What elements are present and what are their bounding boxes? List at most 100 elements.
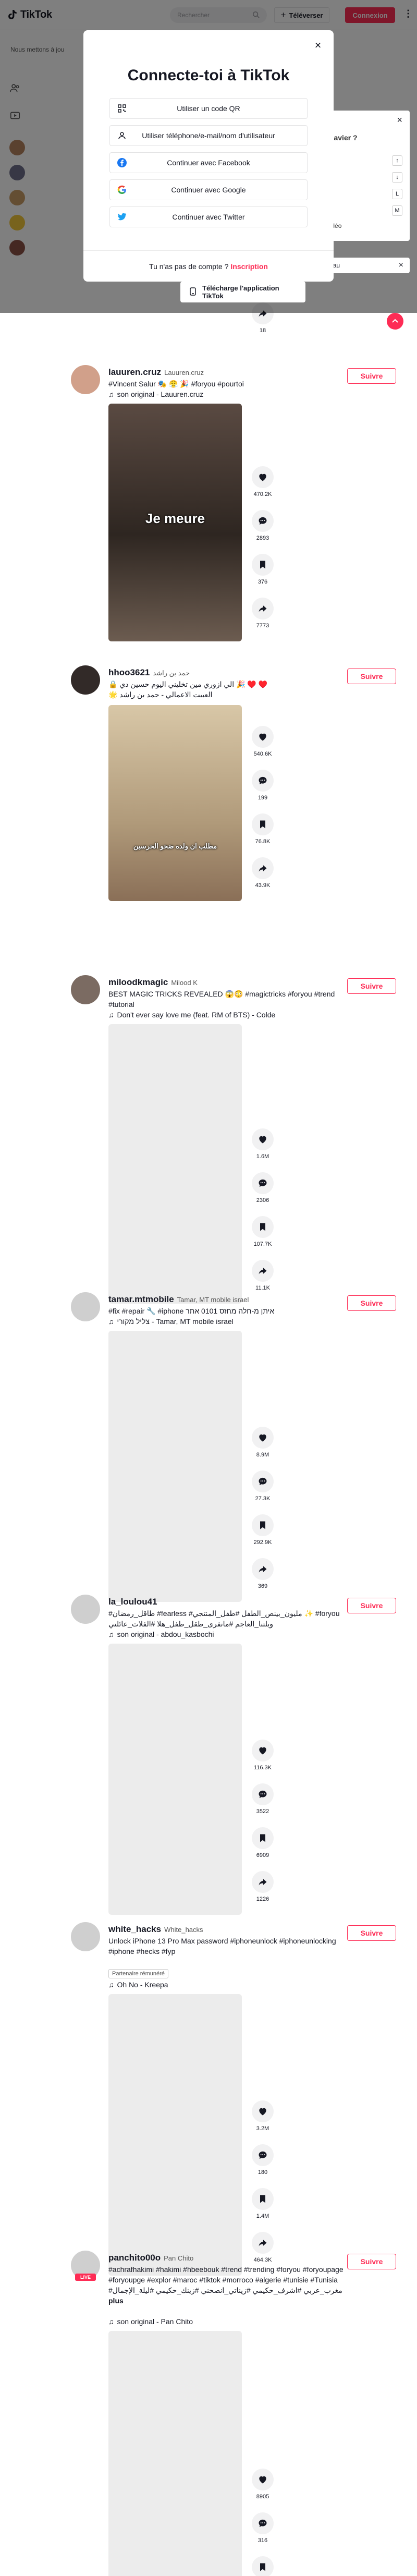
author-username[interactable]: la_loulou41 xyxy=(108,1597,157,1607)
download-app-bar[interactable]: Télécharge l'application TikTok xyxy=(180,282,305,302)
comment-button[interactable]: 316 xyxy=(250,2512,275,2544)
avatar[interactable] xyxy=(71,365,100,394)
see-more-link[interactable]: plus xyxy=(108,2296,124,2305)
author-line: lauuren.cruz Lauuren.cruz xyxy=(108,367,204,378)
bookmark-button[interactable]: 292.9K xyxy=(250,1514,275,1546)
comment-button[interactable]: 27.3K xyxy=(250,1471,275,1502)
bookmark-button[interactable]: 1.4M xyxy=(250,2188,275,2219)
avatar[interactable] xyxy=(71,975,100,1004)
follow-button[interactable]: Suivre xyxy=(347,368,396,384)
feed-post: LIVE panchito00o Pan Chito Suivre #achrafhak… xyxy=(71,2251,396,2576)
feed-post: white_hacks White_hacks Suivre Unlock iPhon… xyxy=(71,1922,396,2276)
signup-prompt: Tu n'as pas de compte ? xyxy=(149,262,229,271)
login-option-label: Continuer avec Facebook xyxy=(167,159,250,167)
like-button[interactable]: 8905 xyxy=(250,2469,275,2500)
video-player[interactable]: مطلب ان ولده ضحو الحرسين xyxy=(108,705,242,901)
login-option-google[interactable]: Continuer avec Google xyxy=(109,179,308,200)
login-option-qr[interactable]: Utiliser un code QR xyxy=(109,98,308,119)
author-username[interactable]: hhoo3621 xyxy=(108,667,150,677)
live-badge: LIVE xyxy=(75,2274,96,2281)
action-bar: 8905316991599 xyxy=(250,2469,275,2576)
login-option-label: Continuer avec Twitter xyxy=(172,213,245,221)
login-option-twitter[interactable]: Continuer avec Twitter xyxy=(109,206,308,227)
bookmark-button[interactable]: 107.7K xyxy=(250,1216,275,1247)
like-button[interactable]: 8.9M xyxy=(250,1427,275,1458)
like-icon xyxy=(252,466,274,488)
avatar[interactable] xyxy=(71,1292,100,1321)
signup-link[interactable]: Inscription xyxy=(230,262,268,271)
share-button[interactable]: 7773 xyxy=(250,598,275,629)
like-button[interactable]: 470.2K xyxy=(250,466,275,497)
share-button[interactable]: 43.9K xyxy=(250,857,275,889)
follow-button[interactable]: Suivre xyxy=(347,978,396,994)
comment-button[interactable]: 3522 xyxy=(250,1783,275,1815)
author-line: miloodkmagic Milood K xyxy=(108,977,198,988)
comment-button[interactable]: 2893 xyxy=(250,510,275,541)
video-player[interactable] xyxy=(108,2331,242,2576)
download-app-label: Télécharge l'application TikTok xyxy=(202,284,279,300)
comment-icon xyxy=(252,770,274,792)
action-bar: 116.3K 3522 6909 1226 xyxy=(250,1740,275,1915)
author-username[interactable]: tamar.mtmobile xyxy=(108,1294,174,1304)
bookmark-button[interactable]: 991 xyxy=(250,2556,275,2576)
video-player[interactable]: Je meure xyxy=(108,404,242,641)
like-icon xyxy=(252,2469,274,2490)
follow-button[interactable]: Suivre xyxy=(347,1598,396,1613)
comment-icon xyxy=(252,1471,274,1492)
close-icon[interactable]: × xyxy=(312,40,324,52)
login-option-label: Continuer avec Google xyxy=(171,186,246,194)
like-count: 8.9M xyxy=(256,1452,269,1458)
author-username[interactable]: white_hacks xyxy=(108,1924,161,1934)
google-icon xyxy=(117,185,127,195)
comment-icon xyxy=(252,1172,274,1194)
music-note-icon: ♫ xyxy=(108,390,114,398)
music-link[interactable]: ♫ son original - abdou_kasbochi xyxy=(108,1630,214,1638)
music-link[interactable]: ♫ son original - Lauuren.cruz xyxy=(108,390,203,398)
login-option-phone[interactable]: Utiliser téléphone/e-mail/nom d'utilisat… xyxy=(109,125,308,146)
comment-count: 2306 xyxy=(256,1197,269,1204)
video-overlay-text: Je meure xyxy=(145,511,205,526)
like-count: 8905 xyxy=(256,2494,269,2500)
like-button[interactable]: 116.3K xyxy=(250,1740,275,1771)
share-button[interactable]: 11.1K xyxy=(250,1260,275,1291)
comment-button[interactable]: 199 xyxy=(250,770,275,801)
like-button[interactable]: 540.6K xyxy=(250,726,275,757)
follow-button[interactable]: Suivre xyxy=(347,669,396,684)
music-link[interactable]: ♫ son original - Pan Chito xyxy=(108,2317,193,2326)
video-player[interactable] xyxy=(108,1024,242,1304)
video-player[interactable] xyxy=(108,1331,242,1602)
action-bar: 1.6M 2306 107.7K 11.1K xyxy=(250,1128,275,1304)
author-nickname: Tamar, MT mobile israel xyxy=(177,1296,249,1304)
follow-button[interactable]: Suivre xyxy=(347,1295,396,1311)
author-username[interactable]: miloodkmagic xyxy=(108,977,168,987)
avatar[interactable] xyxy=(71,1595,100,1624)
follow-button[interactable]: Suivre xyxy=(347,1925,396,1941)
music-link[interactable]: ♫ צליל מקורי - Tamar, MT mobile israel xyxy=(108,1317,234,1326)
follow-button[interactable]: Suivre xyxy=(347,2254,396,2269)
feed-post: miloodkmagic Milood K Suivre BEST MAGIC TRI… xyxy=(71,975,396,1304)
music-link[interactable]: ♫ Oh No - Kreepa xyxy=(108,1980,168,1989)
modal-title: Connecte-toi à TikTok xyxy=(127,67,290,84)
close-icon[interactable]: × xyxy=(397,115,402,126)
video-player[interactable] xyxy=(108,1994,242,2276)
scroll-to-top-button[interactable] xyxy=(387,313,403,330)
like-button[interactable]: 3.2M xyxy=(250,2100,275,2132)
author-username[interactable]: panchito00o xyxy=(108,2253,161,2263)
login-option-facebook[interactable]: Continuer avec Facebook xyxy=(109,152,308,173)
bookmark-button[interactable]: 76.8K xyxy=(250,813,275,845)
share-icon xyxy=(252,857,274,879)
like-button[interactable]: 1.6M xyxy=(250,1128,275,1160)
comment-button[interactable]: 180 xyxy=(250,2144,275,2176)
comment-button[interactable]: 2306 xyxy=(250,1172,275,1204)
share-button[interactable]: 1226 xyxy=(250,1871,275,1902)
caption-text: #fix #repair 🔧 #iphone איתן מ-חלה מחזס 0… xyxy=(108,1307,275,1315)
music-link[interactable]: ♫ Don't ever say love me (feat. RM of BTS… xyxy=(108,1011,275,1019)
video-player[interactable] xyxy=(108,1644,242,1915)
bookmark-button[interactable]: 6909 xyxy=(250,1827,275,1858)
avatar[interactable] xyxy=(71,1922,100,1951)
bookmark-button[interactable]: 376 xyxy=(250,554,275,585)
share-button[interactable]: 369 xyxy=(250,1558,275,1589)
author-username[interactable]: lauuren.cruz xyxy=(108,367,161,377)
close-icon[interactable]: × xyxy=(399,261,403,270)
avatar[interactable] xyxy=(71,665,100,695)
